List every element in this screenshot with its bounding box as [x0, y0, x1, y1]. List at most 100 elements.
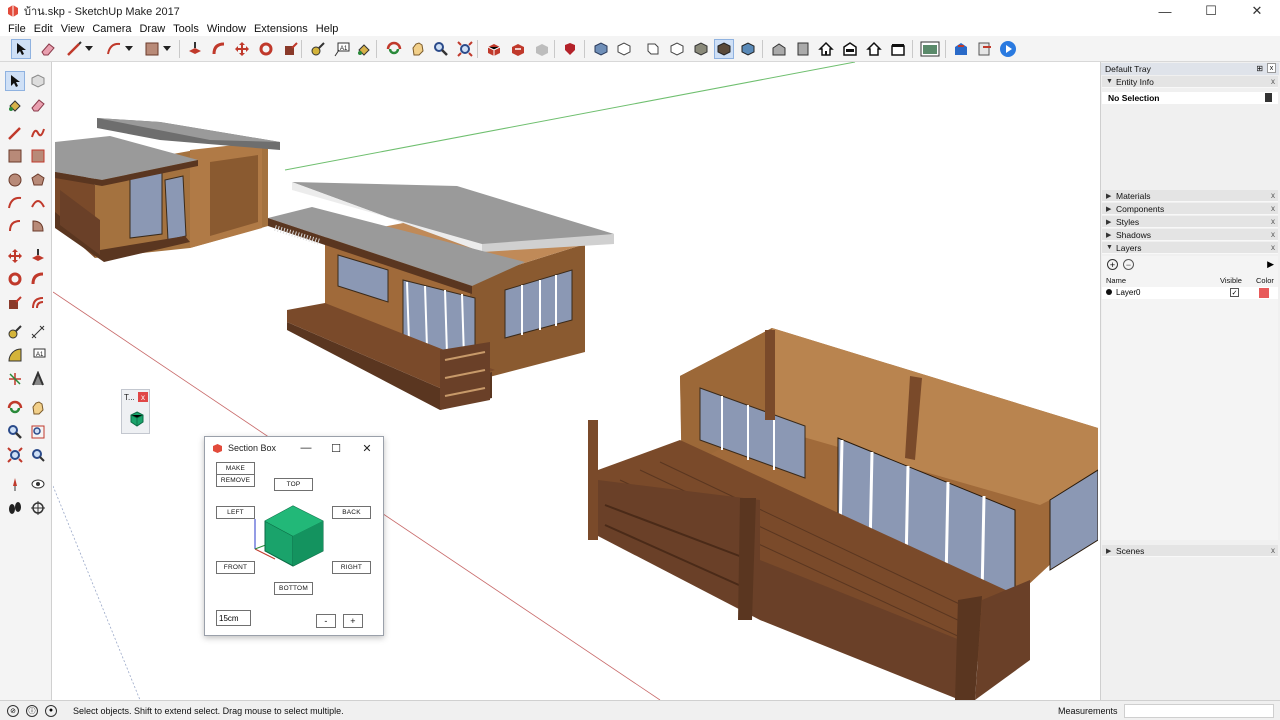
user-icon[interactable]: ● — [45, 704, 57, 717]
freehand-icon[interactable] — [28, 123, 48, 143]
arc-icon[interactable] — [5, 193, 25, 213]
shadows-header[interactable]: ▶ Shadows x — [1102, 229, 1278, 241]
col-name-header[interactable]: Name — [1106, 276, 1126, 285]
position-camera-icon[interactable] — [5, 474, 25, 494]
line-tool-icon[interactable] — [64, 39, 84, 59]
monochrome-view-icon[interactable] — [738, 39, 758, 59]
entity-details-icon[interactable] — [1265, 93, 1272, 102]
increase-button[interactable]: + — [343, 614, 363, 628]
previous-view-icon[interactable] — [28, 445, 48, 465]
push-pull-small-icon[interactable] — [28, 246, 48, 266]
offset-input[interactable]: 15cm — [216, 610, 251, 626]
eraser-tool-icon[interactable] — [38, 39, 58, 59]
paint-bucket-icon[interactable] — [354, 39, 374, 59]
decrease-button[interactable]: - — [316, 614, 336, 628]
menu-tools[interactable]: Tools — [169, 23, 203, 35]
tape-measure-icon[interactable] — [308, 39, 328, 59]
iso-view-icon[interactable] — [591, 39, 611, 59]
layers-header[interactable]: ▼ Layers x — [1102, 242, 1278, 254]
layer-color-swatch[interactable] — [1259, 288, 1269, 298]
components-close-icon[interactable]: x — [1271, 204, 1275, 213]
tray-pin-icon[interactable]: ⊞ — [1256, 64, 1263, 73]
front-house-icon[interactable] — [816, 39, 836, 59]
rotated-rectangle-icon[interactable] — [28, 146, 48, 166]
floating-toolbar[interactable]: T... x — [121, 389, 150, 434]
text-tool-icon[interactable]: A1 — [332, 39, 352, 59]
two-point-arc-icon[interactable] — [28, 193, 48, 213]
materials-close-icon[interactable]: x — [1271, 191, 1275, 200]
styles-close-icon[interactable]: x — [1271, 217, 1275, 226]
add-layer-icon[interactable]: + — [1107, 259, 1118, 270]
pan-tool-icon[interactable] — [408, 39, 428, 59]
scale-icon[interactable] — [5, 293, 25, 313]
move-tool-icon[interactable] — [232, 39, 252, 59]
shadows-close-icon[interactable]: x — [1271, 230, 1275, 239]
menu-view[interactable]: View — [57, 23, 89, 35]
front-view-icon[interactable] — [643, 39, 663, 59]
walk-icon[interactable] — [5, 498, 25, 518]
line-icon[interactable] — [5, 123, 25, 143]
shape-dropdown-icon[interactable] — [162, 39, 172, 59]
front-button[interactable]: FRONT — [216, 561, 255, 574]
arc-dropdown-icon[interactable] — [124, 39, 134, 59]
layer-details-icon[interactable]: ▶ — [1267, 259, 1274, 270]
textured-view-icon[interactable] — [714, 39, 734, 59]
select-tool-icon[interactable] — [11, 39, 31, 59]
polygon-icon[interactable] — [28, 170, 48, 190]
extension-warehouse-icon[interactable] — [560, 39, 580, 59]
paint-icon[interactable] — [5, 95, 25, 115]
delete-layer-icon[interactable]: − — [1123, 259, 1134, 270]
make-component-icon[interactable] — [28, 71, 48, 91]
orbit-icon[interactable] — [5, 398, 25, 418]
section-plane-icon[interactable] — [28, 498, 48, 518]
col-visible-header[interactable]: Visible — [1220, 276, 1242, 285]
select-icon[interactable] — [5, 71, 25, 91]
play-icon[interactable] — [998, 39, 1018, 59]
zoom-icon[interactable] — [5, 422, 25, 442]
follow-me-small-icon[interactable] — [28, 269, 48, 289]
shaded-view-icon[interactable] — [691, 39, 711, 59]
right-house-icon[interactable] — [840, 39, 860, 59]
menu-edit[interactable]: Edit — [30, 23, 57, 35]
zoom-tool-icon[interactable] — [431, 39, 451, 59]
scenes-header[interactable]: ▶ Scenes x — [1102, 545, 1278, 557]
left-house-icon[interactable] — [888, 39, 908, 59]
layers-close-icon[interactable]: x — [1271, 243, 1275, 252]
geo-location-icon[interactable]: ⊘ — [7, 704, 19, 717]
layer-visible-checkbox[interactable]: ✓ — [1230, 288, 1239, 297]
menu-file[interactable]: File — [4, 23, 30, 35]
menu-window[interactable]: Window — [203, 23, 250, 35]
bottom-button[interactable]: BOTTOM — [274, 582, 313, 595]
entity-info-close-icon[interactable]: x — [1271, 77, 1275, 86]
menu-draw[interactable]: Draw — [135, 23, 169, 35]
rotate-tool-icon[interactable] — [256, 39, 276, 59]
entity-info-header[interactable]: ▼ Entity Info x — [1102, 76, 1278, 88]
zoom-window-icon[interactable] — [28, 422, 48, 442]
pie-icon[interactable] — [28, 216, 48, 236]
top-view-icon[interactable] — [614, 39, 634, 59]
back-button[interactable]: BACK — [332, 506, 371, 519]
follow-me-icon[interactable] — [209, 39, 229, 59]
circle-icon[interactable] — [5, 170, 25, 190]
tray-close-icon[interactable]: x — [1267, 63, 1276, 73]
share-component-icon[interactable] — [532, 39, 552, 59]
rectangle-tool-icon[interactable] — [142, 39, 162, 59]
text-icon[interactable]: A1 — [28, 345, 48, 365]
back-house-icon[interactable] — [864, 39, 884, 59]
floating-toolbar-close-icon[interactable]: x — [138, 392, 148, 402]
materials-header[interactable]: ▶ Materials x — [1102, 190, 1278, 202]
three-point-arc-icon[interactable] — [5, 216, 25, 236]
styles-header[interactable]: ▶ Styles x — [1102, 216, 1278, 228]
right-button[interactable]: RIGHT — [332, 561, 371, 574]
push-pull-icon[interactable] — [185, 39, 205, 59]
tape-icon[interactable] — [5, 322, 25, 342]
layer-row[interactable]: Layer0 ✓ — [1102, 287, 1278, 299]
close-window-button[interactable]: ✕ — [1234, 0, 1280, 22]
line-dropdown-icon[interactable] — [84, 39, 94, 59]
look-around-icon[interactable] — [28, 474, 48, 494]
top-house-icon[interactable] — [793, 39, 813, 59]
measurements-input[interactable] — [1124, 704, 1274, 718]
menu-help[interactable]: Help — [312, 23, 343, 35]
dimension-icon[interactable] — [28, 322, 48, 342]
credits-icon[interactable]: ⓘ — [26, 704, 38, 717]
